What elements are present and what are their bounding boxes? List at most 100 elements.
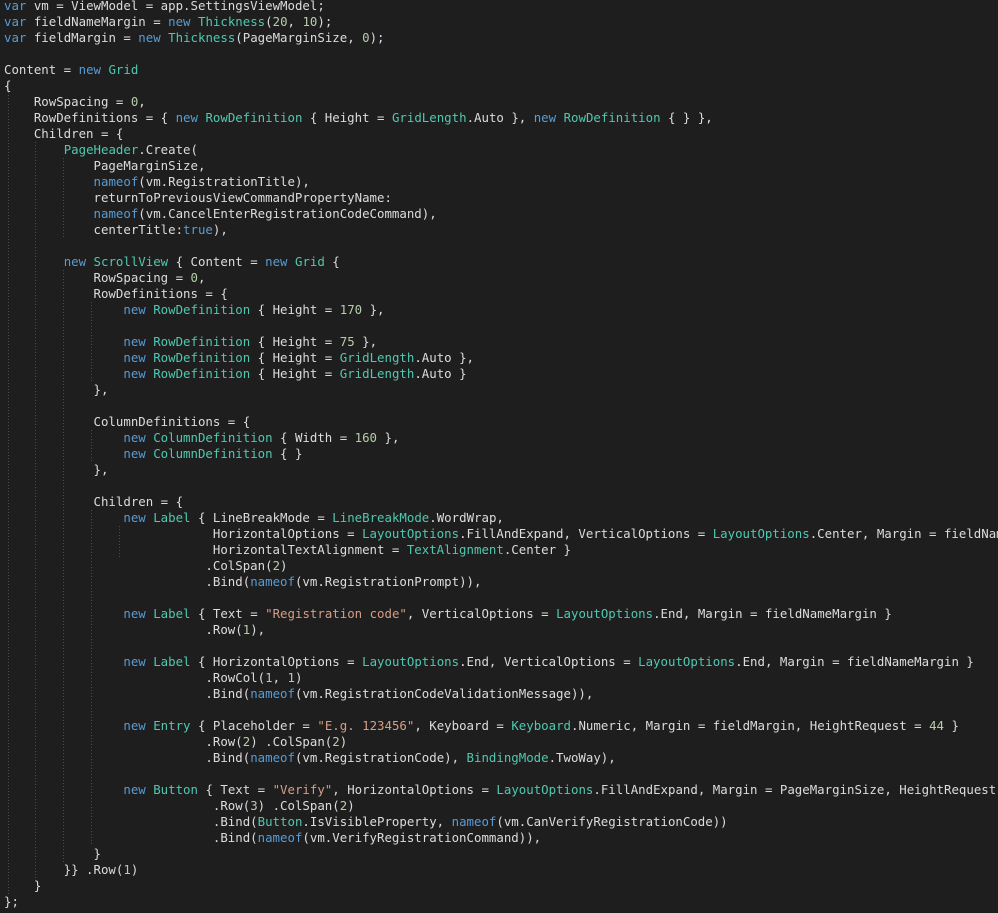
code-token: .End, VerticalOptions =	[459, 654, 639, 669]
code-line[interactable]: .RowCol(1, 1)	[4, 670, 998, 686]
code-line[interactable]: nameof(vm.CancelEnterRegistrationCodeCom…	[4, 206, 998, 222]
code-line[interactable]: RowSpacing = 0,	[4, 94, 998, 110]
code-token: var	[4, 30, 27, 45]
code-token: (	[265, 14, 273, 29]
code-line[interactable]	[4, 590, 998, 606]
code-line[interactable]: nameof(vm.RegistrationTitle),	[4, 174, 998, 190]
code-token: ,	[138, 94, 146, 109]
code-line[interactable]: new RowDefinition { Height = 75 },	[4, 334, 998, 350]
code-token: { Placeholder =	[190, 718, 318, 733]
code-token: new	[175, 110, 198, 125]
code-line[interactable]: new ColumnDefinition { Width = 160 },	[4, 430, 998, 446]
code-line[interactable]	[4, 478, 998, 494]
code-line[interactable]: .Bind(nameof(vm.RegistrationCode), Bindi…	[4, 750, 998, 766]
code-line[interactable]: ColumnDefinitions = {	[4, 414, 998, 430]
code-token: ,	[287, 14, 303, 29]
code-view[interactable]: var vm = ViewModel = app.SettingsViewMod…	[4, 0, 998, 910]
code-line[interactable]: .Row(1),	[4, 622, 998, 638]
code-line[interactable]: .Bind(nameof(vm.RegistrationPrompt)),	[4, 574, 998, 590]
code-line[interactable]: RowSpacing = 0,	[4, 270, 998, 286]
code-line[interactable]	[4, 766, 998, 782]
code-line[interactable]: {	[4, 78, 998, 94]
code-token: LayoutOptions	[556, 606, 654, 621]
code-line[interactable]: new ScrollView { Content = new Grid {	[4, 254, 998, 270]
code-line[interactable]: Children = {	[4, 126, 998, 142]
code-token: Label	[153, 654, 191, 669]
code-line[interactable]: }	[4, 846, 998, 862]
code-line[interactable]: .ColSpan(2)	[4, 558, 998, 574]
code-line[interactable]: var fieldNameMargin = new Thickness(20, …	[4, 14, 998, 30]
code-line[interactable]: var fieldMargin = new Thickness(PageMarg…	[4, 30, 998, 46]
code-line[interactable]: .Bind(Button.IsVisibleProperty, nameof(v…	[4, 814, 998, 830]
code-line[interactable]	[4, 638, 998, 654]
code-line[interactable]: RowDefinitions = {	[4, 286, 998, 302]
code-token: .Auto },	[414, 350, 475, 365]
code-line[interactable]	[4, 398, 998, 414]
code-token: HorizontalTextAlignment =	[4, 542, 407, 557]
code-token: nameof	[250, 574, 295, 589]
code-token: .Bind(	[4, 814, 258, 829]
code-token: PageMarginSize,	[4, 158, 206, 173]
code-line[interactable]: Content = new Grid	[4, 62, 998, 78]
code-token: PageHeader	[63, 142, 139, 157]
code-line[interactable]: new Label { LineBreakMode = LineBreakMod…	[4, 510, 998, 526]
code-token: .Bind(	[4, 574, 251, 589]
code-token: 170	[339, 302, 363, 317]
code-line[interactable]: new Label { HorizontalOptions = LayoutOp…	[4, 654, 998, 670]
code-token: );	[369, 30, 385, 45]
code-line[interactable]: HorizontalOptions = LayoutOptions.FillAn…	[4, 526, 998, 542]
code-line[interactable]: .Bind(nameof(vm.RegistrationCodeValidati…	[4, 686, 998, 702]
code-line[interactable]: centerTitle:true),	[4, 222, 998, 238]
code-line[interactable]: returnToPreviousViewCommandPropertyName:	[4, 190, 998, 206]
code-token: GridLength	[339, 366, 415, 381]
code-token: )	[347, 798, 355, 813]
code-token: ),	[212, 222, 228, 237]
code-token: .TwoWay),	[548, 750, 616, 765]
code-editor[interactable]: var vm = ViewModel = app.SettingsViewMod…	[0, 0, 998, 913]
code-line[interactable]: var vm = ViewModel = app.SettingsViewMod…	[4, 0, 998, 14]
code-line[interactable]: };	[4, 894, 998, 910]
code-line[interactable]: new RowDefinition { Height = GridLength.…	[4, 366, 998, 382]
code-line[interactable]: PageMarginSize,	[4, 158, 998, 174]
code-line[interactable]	[4, 702, 998, 718]
code-line[interactable]: HorizontalTextAlignment = TextAlignment.…	[4, 542, 998, 558]
code-token: { Height =	[250, 366, 340, 381]
code-line[interactable]: PageHeader.Create(	[4, 142, 998, 158]
code-token: LayoutOptions	[712, 526, 810, 541]
code-line[interactable]: },	[4, 382, 998, 398]
code-line[interactable]: new RowDefinition { Height = 170 },	[4, 302, 998, 318]
code-token: 44	[929, 718, 945, 733]
code-token: new	[533, 110, 557, 125]
code-token: (vm.RegistrationPrompt)),	[294, 574, 482, 589]
code-line[interactable]	[4, 46, 998, 62]
code-token: { Content =	[168, 254, 266, 269]
code-token: .Create(	[138, 142, 198, 157]
code-line[interactable]: .Bind(nameof(vm.VerifyRegistrationComman…	[4, 830, 998, 846]
code-line[interactable]: }	[4, 878, 998, 894]
code-line[interactable]: new Button { Text = "Verify", Horizontal…	[4, 782, 998, 798]
code-line[interactable]	[4, 318, 998, 334]
code-line[interactable]: new RowDefinition { Height = GridLength.…	[4, 350, 998, 366]
code-token: Thickness	[168, 30, 236, 45]
code-line[interactable]: .Row(3) .ColSpan(2)	[4, 798, 998, 814]
code-line[interactable]: Children = {	[4, 494, 998, 510]
code-token: ) .ColSpan(	[250, 734, 333, 749]
code-token: Children = {	[4, 126, 124, 141]
code-line[interactable]: new ColumnDefinition { }	[4, 446, 998, 462]
code-line[interactable]	[4, 238, 998, 254]
code-line[interactable]: RowDefinitions = { new RowDefinition { H…	[4, 110, 998, 126]
code-line[interactable]: .Row(2) .ColSpan(2)	[4, 734, 998, 750]
code-token: new	[63, 254, 87, 269]
code-line[interactable]: new Entry { Placeholder = "E.g. 123456",…	[4, 718, 998, 734]
code-line[interactable]: }} .Row(1)	[4, 862, 998, 878]
code-line[interactable]: },	[4, 462, 998, 478]
code-token: centerTitle:	[4, 222, 184, 237]
code-token: .Row(	[4, 734, 243, 749]
code-line[interactable]: new Label { Text = "Registration code", …	[4, 606, 998, 622]
